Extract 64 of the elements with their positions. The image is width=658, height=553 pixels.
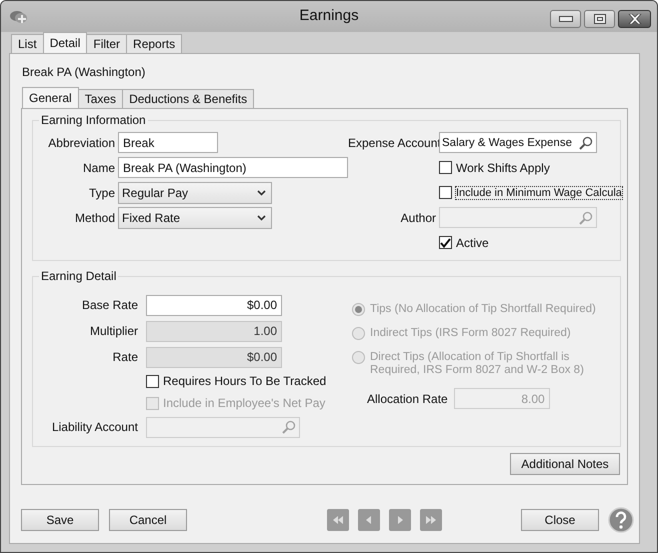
close-window-button[interactable]: Close [521,509,599,531]
chevron-down-icon [257,190,266,196]
footer-button[interactable]: Cancel [109,509,187,531]
checkbox[interactable] [439,161,452,174]
window-title: Earnings [299,7,359,24]
input-field[interactable]: Break PA (Washington) [118,157,348,178]
record-nav-button[interactable] [327,509,349,531]
field-label: Name [82,160,115,174]
chevron-down-icon [257,214,266,220]
radio-label: Indirect Tips (IRS Form 8027 Required) [370,327,572,340]
minimize-icon [558,16,572,22]
field-label: Author [400,210,436,224]
input-field[interactable]: Break [118,132,218,153]
field-label: Liability Account [50,420,138,434]
group-title: Earning Information [40,113,147,127]
checkbox-label: Work Shifts Apply [456,160,550,174]
record-title: Break PA (Washington) [22,65,146,79]
radio-label: Tips (No Allocation of Tip Shortfall Required) [370,303,597,316]
app-icon [9,8,29,24]
checkbox[interactable] [439,236,452,249]
tab[interactable]: General [22,87,79,108]
field-label: Abbreviation [47,136,115,150]
field-label: Multiplier [88,324,138,338]
radio-label: Direct Tips (Allocation of Tip Shortfall is Required, IRS Form 8027 and W-2 Box 8) [370,351,585,377]
dropdown[interactable]: Regular Pay [118,182,272,204]
tab[interactable]: Filter [86,34,128,53]
checkbox[interactable] [146,374,159,388]
field-label: Allocation Rate [367,392,448,406]
close-icon [626,14,642,24]
input-field[interactable]: 1.00 [146,320,282,342]
tab[interactable]: Reports [126,34,182,53]
input-field[interactable]: $0.00 [146,346,282,368]
tab[interactable]: List [11,34,44,53]
search-icon [282,420,296,434]
lookup-field[interactable]: Salary & Wages Expense [439,132,597,153]
record-nav-button[interactable] [420,509,442,531]
search-icon [579,136,593,150]
checkbox-label: Include in Employee's Net Pay [163,396,326,410]
tab[interactable]: Taxes [78,89,124,108]
field-label: Type [88,186,115,200]
maximize-button[interactable] [584,10,615,28]
checkbox[interactable] [439,186,452,199]
search-icon [579,210,593,224]
record-nav-button[interactable] [389,509,411,531]
footer-button[interactable]: Save [21,509,99,531]
tab[interactable]: Deductions & Benefits [122,89,254,108]
input-field[interactable]: $0.00 [146,294,282,316]
field-label: Method [74,210,115,224]
maximize-icon [594,14,606,24]
dropdown[interactable]: Fixed Rate [118,206,272,228]
minimize-button[interactable] [550,10,581,28]
close-button[interactable] [618,10,651,28]
additional-notes-button[interactable]: Additional Notes [510,453,620,475]
double-triangle-icon [424,515,438,525]
help-icon[interactable] [608,507,634,533]
double-triangle-icon [331,515,345,525]
field-label: Base Rate [80,298,138,312]
field-label: Rate [112,350,138,364]
checkbox-label: Requires Hours To Be Tracked [163,374,326,388]
tab[interactable]: Detail [42,32,88,53]
checkbox-label: Active [456,236,489,250]
checkbox-label: Include in Minimum Wage Calcula [456,186,622,198]
group-title: Earning Detail [40,269,118,283]
record-nav-button[interactable] [358,509,380,531]
